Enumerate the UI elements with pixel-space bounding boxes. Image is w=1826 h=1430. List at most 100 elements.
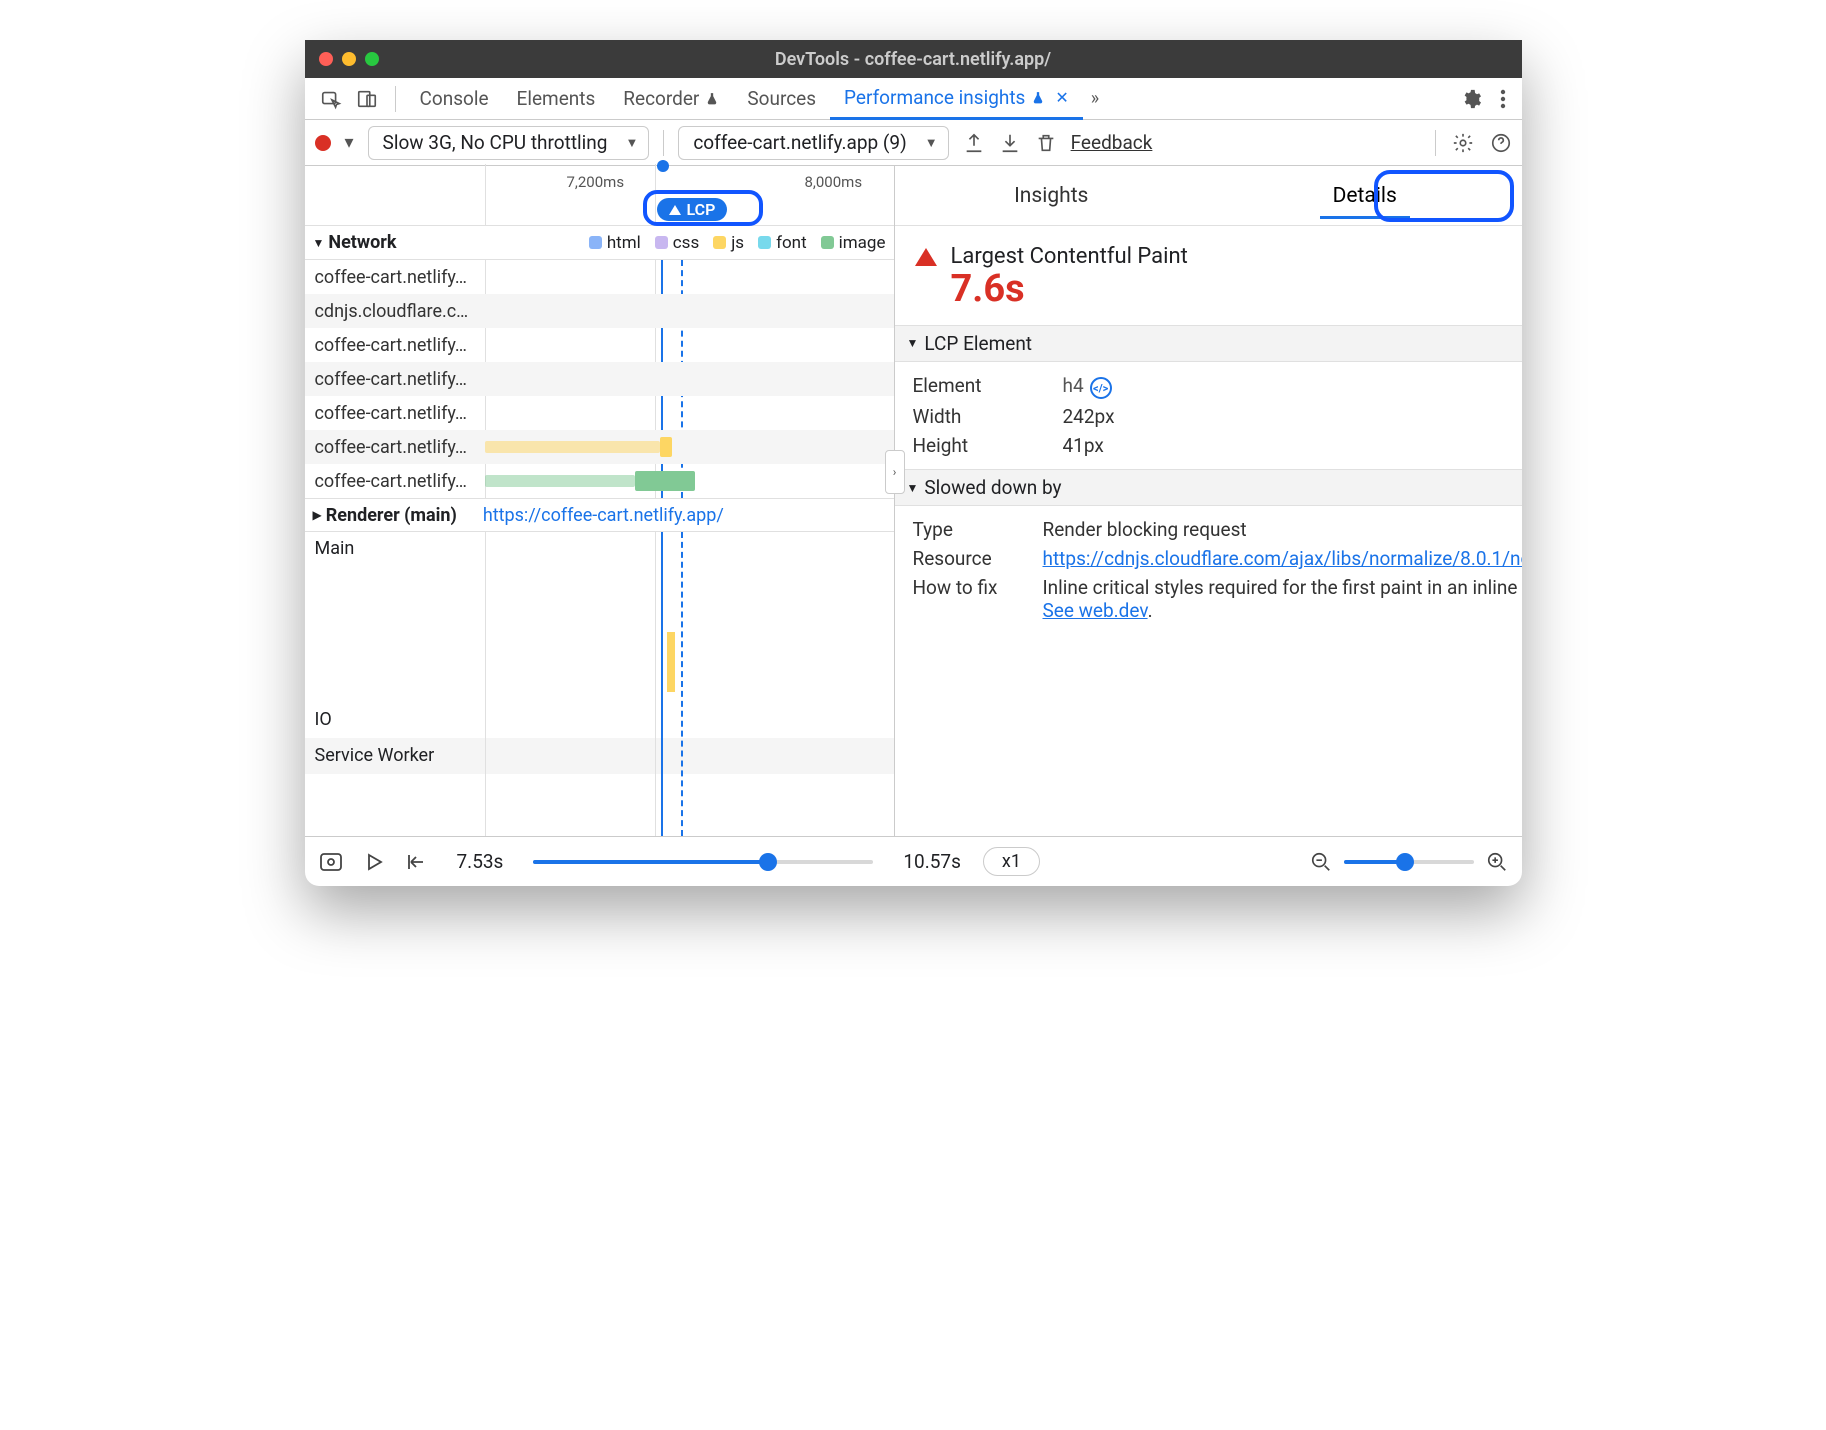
network-legend: html css js font image	[589, 233, 886, 253]
resource-link[interactable]: https://cdnjs.cloudflare.com/ajax/libs/n…	[1043, 547, 1522, 570]
playhead-icon[interactable]	[657, 160, 669, 172]
tab-recorder[interactable]: Recorder	[609, 78, 733, 120]
network-row-name: coffee-cart.netlify…	[305, 267, 485, 288]
lcp-value: 7.6s	[951, 269, 1188, 311]
bottom-bar: 7.53s 10.57s x1	[305, 836, 1522, 886]
zoom-slider[interactable]	[1344, 860, 1474, 864]
network-row[interactable]: coffee-cart.netlify…	[305, 464, 894, 498]
legend-label: html	[607, 233, 641, 253]
help-icon[interactable]	[1490, 132, 1512, 154]
network-section-header[interactable]: ▼ Network html css js font image	[305, 226, 894, 260]
kv-key: Resource	[913, 547, 1033, 570]
end-time-label: 10.57s	[903, 850, 961, 873]
tab-elements[interactable]: Elements	[503, 78, 610, 120]
tab-console[interactable]: Console	[406, 78, 503, 120]
download-icon[interactable]	[999, 132, 1021, 154]
network-row-name: cdnjs.cloudflare.c…	[305, 301, 485, 322]
record-button[interactable]	[315, 135, 331, 151]
kv-key: How to fix	[913, 576, 1033, 622]
more-tabs-icon[interactable]: »	[1091, 88, 1099, 109]
renderer-row-main[interactable]: Main	[305, 532, 894, 702]
kv-value: h4 </>	[1063, 374, 1504, 400]
timeline-ruler[interactable]: 7,200ms 8,000ms LCP	[305, 166, 894, 226]
howto-text: .	[1148, 599, 1153, 622]
window-title: DevTools - coffee-cart.netlify.app/	[305, 49, 1522, 70]
network-row[interactable]: coffee-cart.netlify…	[305, 328, 894, 362]
close-icon[interactable]: ✕	[1055, 88, 1068, 107]
record-menu-caret[interactable]: ▾	[345, 132, 354, 153]
lcp-element-header[interactable]: ▼ LCP Element	[895, 326, 1522, 362]
tab-label: Elements	[517, 87, 596, 110]
lcp-element-section: ▼LCP Element Element h4</> Width 242px H…	[895, 325, 1522, 470]
section-header-label: Slowed down by	[924, 476, 1061, 499]
zoom-in-icon[interactable]	[1486, 851, 1508, 873]
legend-swatch-js	[713, 236, 726, 249]
screenshot-icon[interactable]	[319, 852, 343, 872]
kv-value: 41px	[1063, 434, 1504, 457]
ruler-tick: 8,000ms	[805, 173, 863, 191]
renderer-row-io[interactable]: IO	[305, 702, 894, 738]
renderer-row-label: Main	[315, 538, 355, 559]
tab-sources[interactable]: Sources	[733, 78, 830, 120]
webdev-link[interactable]: See web.dev	[1043, 599, 1148, 622]
skip-back-icon[interactable]	[405, 853, 425, 871]
network-bar-image	[635, 471, 695, 491]
lcp-summary: Largest Contentful Paint 7.6s	[895, 226, 1522, 325]
panel-expand-handle[interactable]: ›	[885, 450, 905, 494]
inspect-element-icon[interactable]	[318, 86, 344, 112]
renderer-row-label: IO	[315, 709, 332, 730]
start-time-label: 7.53s	[457, 850, 504, 873]
zoom-out-icon[interactable]	[1310, 851, 1332, 873]
tab-label: Sources	[747, 87, 816, 110]
renderer-section-header[interactable]: ▶ Renderer (main) https://coffee-cart.ne…	[305, 498, 894, 532]
kv-key: Element	[913, 374, 1053, 400]
network-bar-image	[485, 475, 635, 487]
network-row[interactable]: coffee-cart.netlify…	[305, 430, 894, 464]
task-bar	[667, 632, 675, 692]
renderer-row-sw[interactable]: Service Worker	[305, 738, 894, 774]
element-tag[interactable]: h4	[1063, 374, 1084, 397]
disclosure-triangle-icon: ▼	[313, 236, 325, 250]
network-row[interactable]: coffee-cart.netlify…	[305, 362, 894, 396]
slowed-down-header[interactable]: ▼Slowed down by	[895, 470, 1522, 506]
legend-label: css	[673, 233, 699, 253]
lcp-marker-badge[interactable]: LCP	[657, 198, 728, 221]
kv-value: Render blocking request	[1043, 518, 1522, 541]
trash-icon[interactable]	[1035, 132, 1057, 154]
section-header-label: LCP Element	[924, 332, 1032, 355]
play-icon[interactable]	[365, 853, 383, 871]
tab-performance-insights[interactable]: Performance insights ✕	[830, 78, 1083, 120]
time-scrubber[interactable]	[533, 860, 873, 864]
toolbar: ▾ Slow 3G, No CPU throttling ▼ coffee-ca…	[305, 120, 1522, 166]
network-row-name: coffee-cart.netlify…	[305, 335, 485, 356]
reveal-element-icon[interactable]: </>	[1090, 377, 1112, 399]
kv-key: Height	[913, 434, 1053, 457]
network-row[interactable]: coffee-cart.netlify…	[305, 260, 894, 294]
kv-key: Type	[913, 518, 1033, 541]
zoom-level[interactable]: x1	[983, 847, 1040, 876]
network-row-name: coffee-cart.netlify…	[305, 437, 485, 458]
legend-swatch-html	[589, 236, 602, 249]
howto-text: Inline critical styles required for the …	[1043, 576, 1522, 599]
legend-swatch-image	[821, 236, 834, 249]
feedback-link[interactable]: Feedback	[1071, 131, 1153, 154]
disclosure-triangle-icon: ▼	[907, 336, 919, 350]
network-header-label: Network	[328, 232, 396, 253]
settings-gear-icon[interactable]	[1452, 132, 1474, 154]
renderer-url[interactable]: https://coffee-cart.netlify.app/	[483, 505, 724, 526]
ruler-tick: 7,200ms	[567, 173, 625, 191]
kv-value: 242px	[1063, 405, 1504, 428]
gear-icon[interactable]	[1460, 88, 1482, 110]
upload-icon[interactable]	[963, 132, 985, 154]
disclosure-triangle-icon: ▶	[313, 508, 322, 522]
network-row-name: coffee-cart.netlify…	[305, 471, 485, 492]
legend-label: js	[731, 233, 744, 253]
device-toolbar-icon[interactable]	[354, 86, 380, 112]
lcp-badge-label: LCP	[687, 200, 716, 219]
recording-select[interactable]: coffee-cart.netlify.app (9) ▼	[678, 126, 948, 160]
kebab-menu-icon[interactable]	[1500, 88, 1506, 110]
network-row[interactable]: cdnjs.cloudflare.c…	[305, 294, 894, 328]
network-row[interactable]: coffee-cart.netlify…	[305, 396, 894, 430]
tab-insights[interactable]: Insights	[895, 166, 1209, 225]
throttling-select[interactable]: Slow 3G, No CPU throttling ▼	[368, 126, 650, 160]
